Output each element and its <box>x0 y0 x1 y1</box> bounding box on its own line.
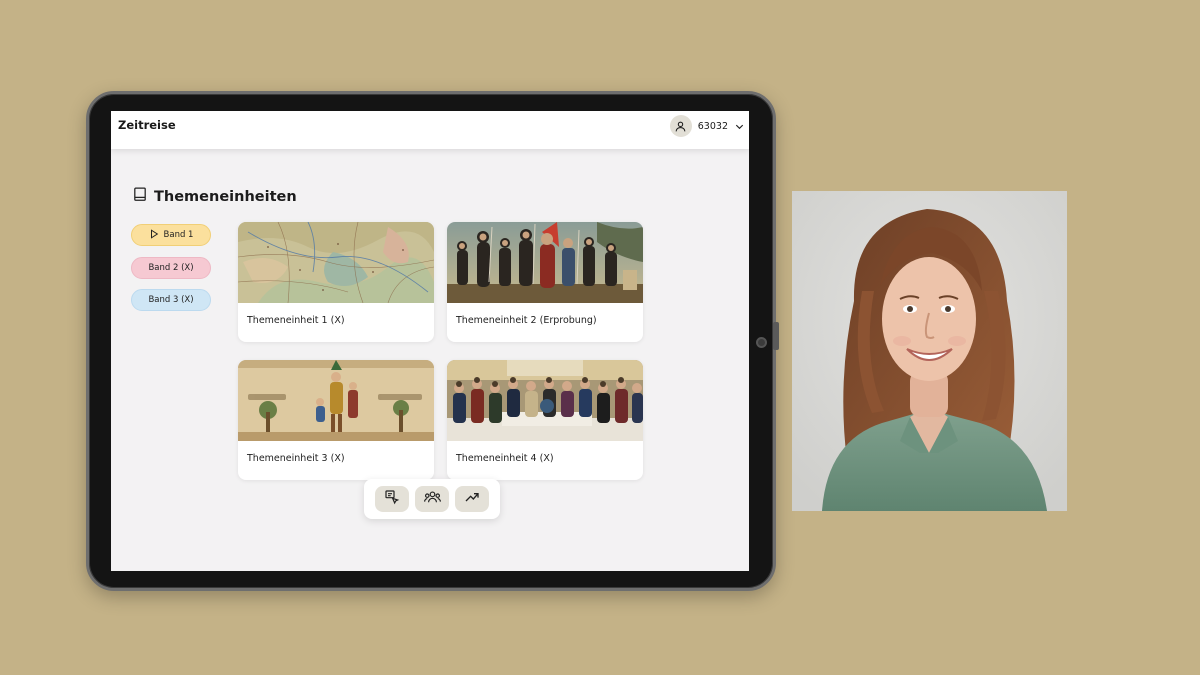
unit-label: Themeneinheit 1 (X) <box>247 315 345 326</box>
presentation-button[interactable] <box>375 486 409 512</box>
unit-card-1[interactable]: Themeneinheit 1 (X) <box>238 222 434 342</box>
user-menu[interactable]: 63032 <box>669 114 745 138</box>
unit-label: Themeneinheit 4 (X) <box>456 453 554 464</box>
play-icon <box>149 228 159 242</box>
band-label: Band 2 (X) <box>148 263 194 273</box>
freiheit-gleichheit-illustration-image <box>238 360 434 441</box>
band-label: Band 3 (X) <box>148 295 194 305</box>
presentation-icon <box>384 489 400 509</box>
user-id: 63032 <box>697 120 728 132</box>
presenter-photo <box>792 191 1067 511</box>
band-label: Band 1 <box>163 230 194 240</box>
unit-card-3[interactable]: Themeneinheit 3 (X) <box>238 360 434 480</box>
conquistadors-painting-image <box>447 222 643 303</box>
page-title: Themeneinheiten <box>154 188 297 205</box>
user-icon <box>669 115 692 137</box>
unit-card-4[interactable]: Themeneinheit 4 (X) <box>447 360 643 480</box>
app-header: Zeitreise 63032 <box>111 111 749 149</box>
unit-label: Themeneinheit 2 (Erprobung) <box>456 315 597 326</box>
band-2-button[interactable]: Band 2 (X) <box>131 257 211 279</box>
book-icon <box>133 187 147 206</box>
app-title: Zeitreise <box>118 118 176 132</box>
band-3-button[interactable]: Band 3 (X) <box>131 289 211 311</box>
tablet-side-button <box>773 322 779 350</box>
group-icon <box>423 489 441 509</box>
statistics-button[interactable] <box>455 486 489 512</box>
group-button[interactable] <box>415 486 449 512</box>
congress-assembly-painting-image <box>447 360 643 441</box>
band-1-button[interactable]: Band 1 <box>131 224 211 246</box>
historical-map-image <box>238 222 434 303</box>
unit-card-2[interactable]: Themeneinheit 2 (Erprobung) <box>447 222 643 342</box>
tablet-camera <box>756 337 767 348</box>
bottom-toolbar <box>364 479 500 519</box>
trend-up-icon <box>464 489 480 509</box>
chevron-down-icon[interactable] <box>734 117 745 136</box>
unit-label: Themeneinheit 3 (X) <box>247 453 345 464</box>
page-heading: Themeneinheiten <box>133 187 297 206</box>
woman-portrait-image <box>792 191 1067 511</box>
app-screen: Zeitreise 63032 Themeneinheiten Band 1 B… <box>111 111 749 571</box>
